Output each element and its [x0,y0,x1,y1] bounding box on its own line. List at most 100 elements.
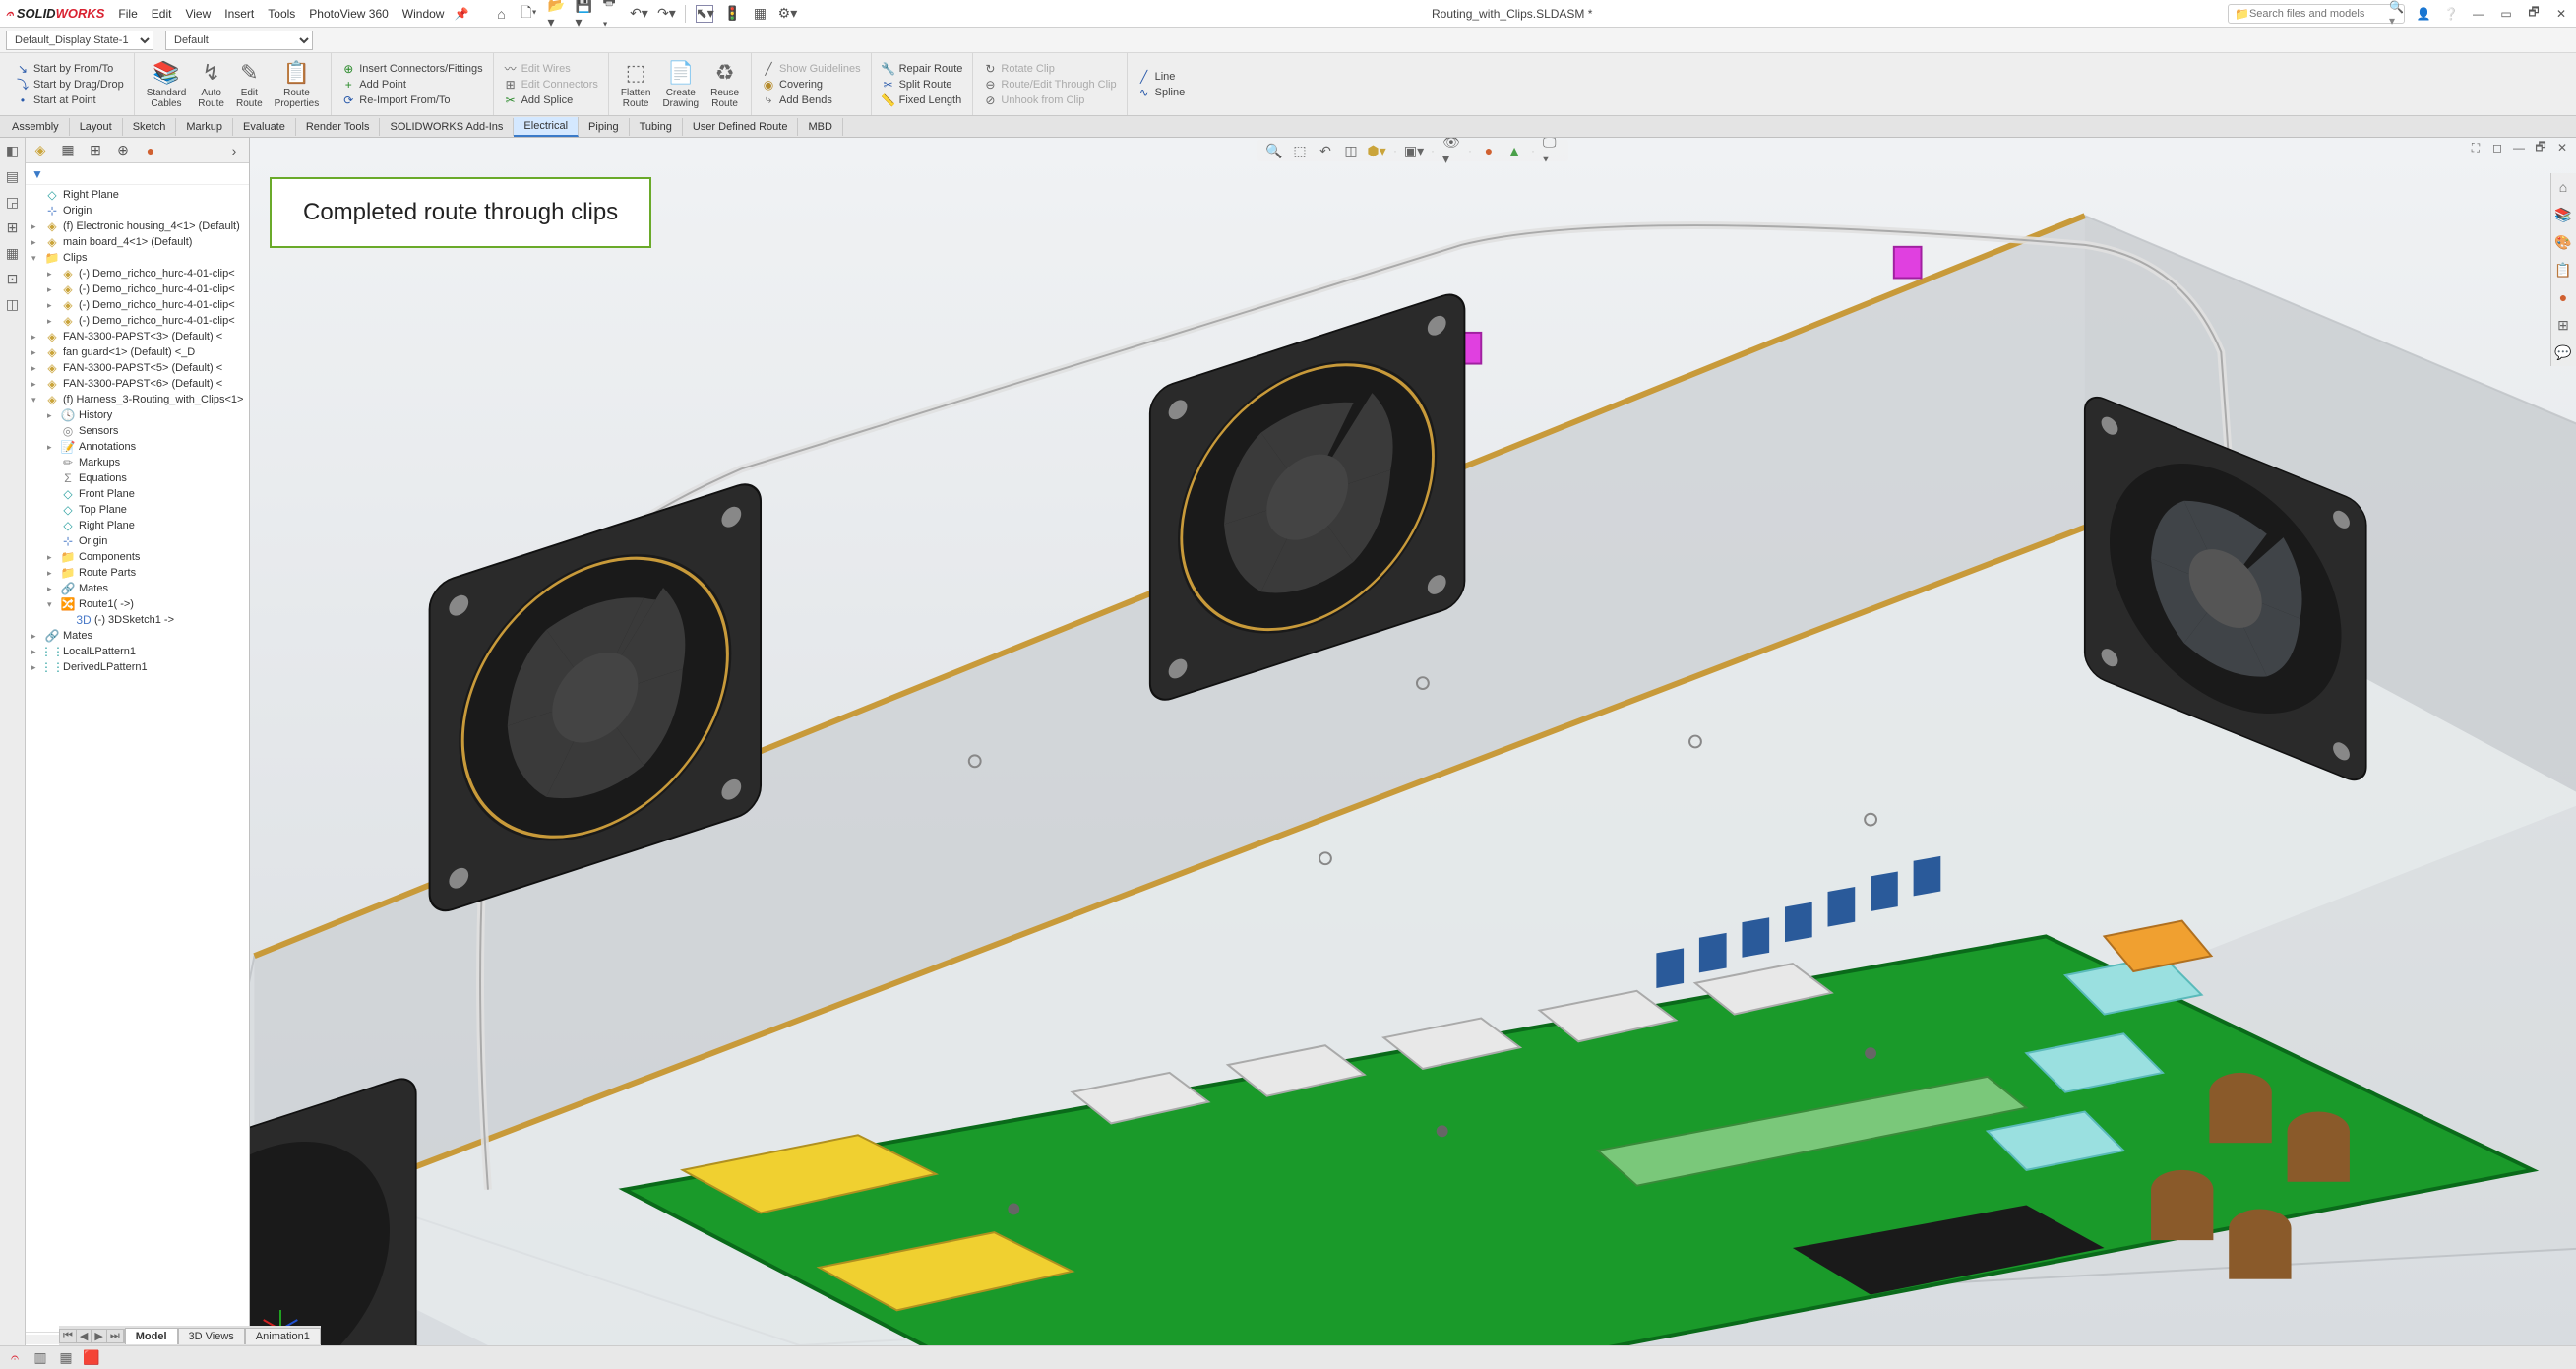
new-icon[interactable]: 🗋▾ [520,5,537,23]
tree-node[interactable]: ▸📁Route Parts [26,565,249,581]
menu-tools[interactable]: Tools [268,7,295,21]
tree-node[interactable]: ▸📁Components [26,549,249,565]
tree-node[interactable]: ▸🕓History [26,407,249,423]
menu-edit[interactable]: Edit [152,7,172,21]
tab-electrical[interactable]: Electrical [514,117,579,137]
tree-node[interactable]: ▸◈(-) Demo_richco_hurc-4-01-clip< [26,297,249,313]
edit-wires-button[interactable]: 〰Edit Wires [504,62,598,76]
tree-node[interactable]: ▸◈FAN-3300-PAPST<6> (Default) < [26,376,249,392]
nav-prev-icon[interactable]: ◀ [77,1330,92,1342]
restore-icon[interactable]: 🗗 [2525,5,2543,23]
auto-route-button[interactable]: ↯AutoRoute [192,58,230,111]
rvt-forum-icon[interactable]: 💬 [2553,342,2573,362]
rotate-clip-button[interactable]: ↻Rotate Clip [983,62,1116,76]
tree-node[interactable]: ΣEquations [26,470,249,486]
sb-viewport-icon[interactable]: ▥ [31,1349,49,1367]
tree-node[interactable]: ▾📁Clips [26,250,249,266]
tree-node[interactable]: ▸🔗Mates [26,628,249,644]
start-drag-drop-button[interactable]: ⤵Start by Drag/Drop [16,78,124,92]
reimport-button[interactable]: ⟳Re-Import From/To [341,93,482,107]
line-button[interactable]: ╱Line [1137,70,1186,84]
tree-config-icon[interactable]: ⊞ [87,142,104,159]
tab-render-tools[interactable]: Render Tools [296,118,381,136]
rvt-res-icon[interactable]: 📚 [2553,205,2573,224]
tab-markup[interactable]: Markup [176,118,233,136]
create-drawing-button[interactable]: 📄CreateDrawing [656,58,705,111]
route-properties-button[interactable]: 📋RouteProperties [269,58,326,111]
rvt-home-icon[interactable]: ⌂ [2553,177,2573,197]
menu-window[interactable]: Window [402,7,445,21]
rvt-appear-icon[interactable]: ● [2553,287,2573,307]
tab-mbd[interactable]: MBD [798,118,842,136]
menu-view[interactable]: View [185,7,211,21]
tab-tubing[interactable]: Tubing [630,118,683,136]
help-icon[interactable]: ❔ [2442,5,2460,23]
redo-icon[interactable]: ↷▾ [657,5,675,23]
nav-next-icon[interactable]: ▶ [92,1330,106,1342]
open-icon[interactable]: 📂▾ [547,5,565,23]
tree-node[interactable]: ⊹Origin [26,533,249,549]
sb-color-icon[interactable]: 🟥 [83,1349,100,1367]
sb-icon-1[interactable]: ◧ [4,142,22,159]
fixed-length-button[interactable]: 📏Fixed Length [882,93,963,107]
display-state-combo[interactable]: Default_Display State-1 [6,31,153,50]
standard-cables-button[interactable]: 📚StandardCables [141,58,193,111]
config-combo[interactable]: Default [165,31,313,50]
nav-first-icon[interactable]: ⏮ [60,1330,77,1342]
nav-last-icon[interactable]: ⏭ [107,1330,124,1342]
graphics-viewport[interactable]: 🔍 ⬚ ↶ ◫ ⬢▾ · ▣▾ · 👁▾ · ● ▲ · 🖵▾ ⛶ ◻ — 🗗 … [250,138,2576,1345]
tree-node[interactable]: ◇Front Plane [26,486,249,502]
repair-route-button[interactable]: 🔧Repair Route [882,62,963,76]
sb-icon-2[interactable]: ▤ [4,167,22,185]
tree-node[interactable]: ▸⋮⋮LocalLPattern1 [26,644,249,659]
home-icon[interactable]: ⌂ [492,5,510,23]
tab-layout[interactable]: Layout [70,118,123,136]
select-icon[interactable]: ⬉▾ [696,5,713,23]
tree-node[interactable]: ⊹Origin [26,203,249,218]
tree-node[interactable]: ▸◈FAN-3300-PAPST<3> (Default) < [26,329,249,344]
add-point-button[interactable]: +Add Point [341,78,482,92]
tree-node[interactable]: ◇Top Plane [26,502,249,518]
tab-assembly[interactable]: Assembly [2,118,70,136]
tree-display-icon[interactable]: ▦ [59,142,77,159]
bottom-tab-animation[interactable]: Animation1 [245,1328,321,1344]
sb-icon-3[interactable]: ◲ [4,193,22,211]
bottom-tab-model[interactable]: Model [125,1328,178,1344]
tab-evaluate[interactable]: Evaluate [233,118,296,136]
sb-grid-icon[interactable]: ▦ [57,1349,75,1367]
tree-node[interactable]: ▸📝Annotations [26,439,249,455]
menu-photoview[interactable]: PhotoView 360 [309,7,389,21]
tree-node[interactable]: ▸◈fan guard<1> (Default) <_D [26,344,249,360]
tree-asm-icon[interactable]: ◈ [31,142,49,159]
tree-node[interactable]: ▸◈(-) Demo_richco_hurc-4-01-clip< [26,281,249,297]
bottom-tab-3dviews[interactable]: 3D Views [178,1328,245,1344]
search-box[interactable]: 📁 🔍▾ [2228,4,2405,24]
save-icon[interactable]: 💾▾ [575,5,592,23]
tree-expand-icon[interactable]: › [225,142,243,159]
layout1-icon[interactable]: ▭ [2497,5,2515,23]
split-route-button[interactable]: ✂Split Route [882,78,963,92]
menu-file[interactable]: File [118,7,137,21]
tree-appear-icon[interactable]: ● [142,142,159,159]
edit-route-button[interactable]: ✎EditRoute [230,58,269,111]
covering-button[interactable]: ◉Covering [762,78,861,92]
tab-user-route[interactable]: User Defined Route [683,118,799,136]
tree-filter[interactable]: ▼ [26,163,249,185]
tree-node[interactable]: ▸⋮⋮DerivedLPattern1 [26,659,249,675]
search-icon[interactable]: 🔍▾ [2389,0,2404,28]
user-icon[interactable]: 👤 [2415,5,2432,23]
tree-node[interactable]: ✏Markups [26,455,249,470]
rvt-cust-icon[interactable]: ⊞ [2553,315,2573,335]
undo-icon[interactable]: ↶▾ [630,5,647,23]
minimize-icon[interactable]: — [2470,5,2487,23]
tree-node[interactable]: ◇Right Plane [26,187,249,203]
sb-icon-7[interactable]: ◫ [4,295,22,313]
route-through-clip-button[interactable]: ⊖Route/Edit Through Clip [983,78,1116,92]
add-splice-button[interactable]: ✂Add Splice [504,93,598,107]
tree-node[interactable]: ◇Right Plane [26,518,249,533]
show-guidelines-button[interactable]: ╱Show Guidelines [762,62,861,76]
tab-addins[interactable]: SOLIDWORKS Add-Ins [380,118,514,136]
rvt-view-icon[interactable]: 🎨 [2553,232,2573,252]
tree-target-icon[interactable]: ⊕ [114,142,132,159]
tree-node[interactable]: ▸🔗Mates [26,581,249,596]
